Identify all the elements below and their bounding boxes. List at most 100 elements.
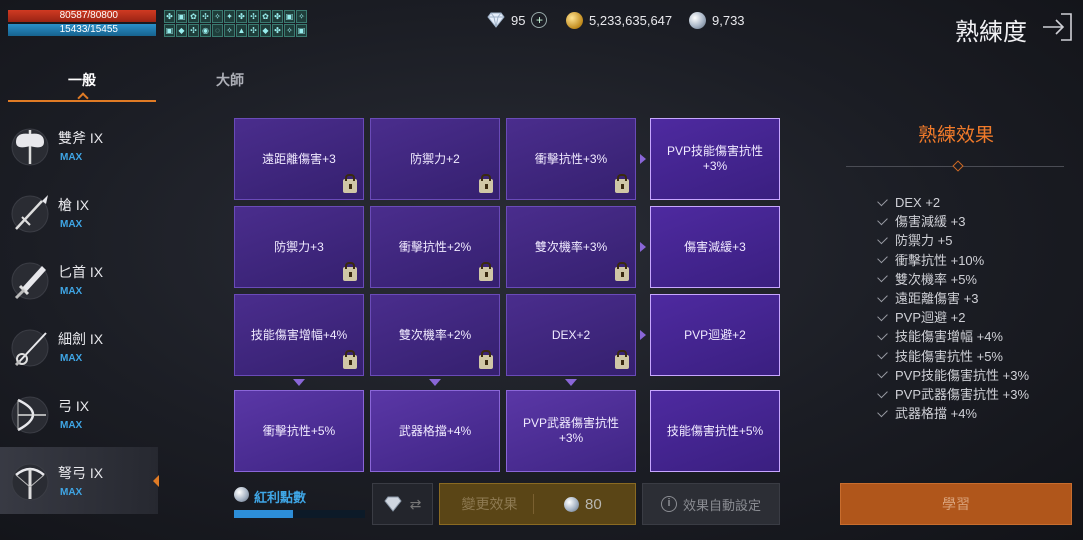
crossbow-icon (11, 463, 49, 500)
auto-set-effect-button[interactable]: i 效果自動設定 (642, 483, 780, 525)
weapon-text: 弩弓 IX MAX (58, 463, 103, 498)
mastery-cell-r3c3[interactable]: DEX+2 (506, 294, 636, 376)
mastery-cell-r2c3[interactable]: 雙次機率+3% (506, 206, 636, 288)
mastery-cell-r4c3[interactable]: PVP武器傷害抗性+3% (506, 390, 636, 472)
page-title: 熟練度 (955, 19, 1027, 46)
buff-icon: ✦ (224, 10, 235, 23)
buff-icon: ✤ (272, 24, 283, 37)
mastery-cell-r1c3[interactable]: 衝擊抗性+3% (506, 118, 636, 200)
weapon-item-3[interactable]: 匕首 IX MAX (0, 246, 158, 313)
weapon-max-badge: MAX (60, 353, 83, 364)
mastery-cell-label: 防禦力+2 (410, 151, 460, 166)
check-icon (877, 233, 888, 245)
mastery-cell-label: 技能傷害抗性+5% (666, 423, 764, 438)
lock-icon (343, 262, 357, 281)
lock-icon (615, 262, 629, 281)
buff-icon: ✣ (248, 24, 259, 37)
weapon-item-4[interactable]: 細劍 IX MAX (0, 313, 158, 380)
lock-icon (479, 262, 493, 281)
buff-icon: ✧ (296, 10, 307, 23)
check-icon (877, 387, 888, 398)
mastery-cell-label: 雙次機率+3% (534, 239, 608, 254)
buff-icon: ▣ (284, 10, 295, 23)
mastery-cell-label: 衝擊抗性+5% (262, 423, 336, 438)
check-icon (877, 368, 888, 379)
effect-text: PVP迴避 +2 (895, 310, 966, 326)
effect-item: 衝擊抗性 +10% (877, 251, 1029, 270)
effect-item: 傷害減緩 +3 (877, 212, 1029, 231)
change-effect-label: 變更效果 (446, 494, 534, 514)
mastery-cell-r1c2[interactable]: 防禦力+2 (370, 118, 500, 200)
weapon-max-badge: MAX (60, 219, 83, 230)
mastery-cell-r1c4[interactable]: PVP技能傷害抗性+3% (650, 118, 780, 200)
spear-icon (11, 194, 49, 232)
gold-coin-icon (566, 12, 583, 29)
bow-icon (11, 396, 49, 433)
weapon-item-1[interactable]: 雙斧 IX MAX (0, 112, 158, 179)
weapon-name: 弓 IX (58, 398, 90, 414)
diamond-icon (383, 496, 402, 512)
mastery-cell-label: 技能傷害增幅+4% (250, 327, 348, 342)
add-diamond-button[interactable]: + (531, 12, 548, 28)
buff-icon: ▣ (164, 24, 175, 37)
buff-icon: ◆ (176, 24, 187, 37)
weapon-text: 細劍 IX MAX (58, 329, 103, 364)
mastery-cell-label: 遠距離傷害+3 (262, 151, 336, 166)
rapier-icon (11, 329, 49, 366)
mastery-cell-r3c2[interactable]: 雙次機率+2% (370, 294, 500, 376)
effect-item: 防禦力 +5 (877, 231, 1029, 250)
check-icon (877, 406, 888, 418)
buff-icon: ✣ (200, 10, 211, 23)
weapon-item-6[interactable]: 弩弓 IX MAX (0, 447, 159, 514)
buff-icon: ✿ (188, 10, 199, 23)
effect-text: 技能傷害抗性 +5% (895, 348, 1003, 364)
mastery-cell-r4c4[interactable]: 技能傷害抗性+5% (650, 390, 780, 472)
lock-icon (615, 350, 629, 369)
learn-button[interactable]: 學習 (840, 483, 1072, 525)
weapon-name: 細劍 IX (58, 331, 104, 347)
change-effect-button[interactable]: 變更效果 80 (439, 483, 636, 525)
effect-item: PVP迴避 +2 (877, 308, 1029, 327)
tab-master[interactable]: 大師 (160, 70, 300, 90)
lock-icon (615, 174, 629, 193)
buff-icon: ✧ (224, 24, 235, 37)
mastery-cell-r2c1[interactable]: 防禦力+3 (234, 206, 364, 288)
dagger-icon (11, 262, 49, 299)
effect-text: 武器格擋 +4% (895, 406, 977, 422)
weapon-max-badge: MAX (60, 152, 83, 163)
mastery-cell-r3c1[interactable]: 技能傷害增幅+4% (234, 294, 364, 376)
effect-item: 技能傷害增幅 +4% (877, 327, 1029, 346)
mastery-cell-r3c4[interactable]: PVP迴避+2 (650, 294, 780, 376)
swap-preset-button[interactable]: ⇄ (372, 483, 433, 525)
effect-text: 傷害減緩 +3 (895, 214, 966, 230)
weapon-name: 槍 IX (58, 197, 90, 213)
mastery-cell-label: PVP武器傷害抗性+3% (522, 416, 619, 445)
mastery-cell-label: 衝擊抗性+2% (398, 239, 472, 254)
effect-item: DEX +2 (877, 193, 1029, 212)
mastery-cell-r4c1[interactable]: 衝擊抗性+5% (234, 390, 364, 472)
buff-icon: ✤ (236, 10, 247, 23)
mastery-cell-label: 雙次機率+2% (398, 327, 472, 342)
exit-icon[interactable] (1041, 12, 1073, 42)
connector-down-icon (429, 379, 441, 386)
lock-icon (479, 350, 493, 369)
hp-value: 80587/80800 (59, 10, 118, 21)
effect-text: 技能傷害增幅 +4% (895, 329, 1003, 345)
weapon-sidebar: 雙斧 IX MAX 槍 IX MAX 匕首 IX MAX 細劍 IX MAX 弓 IX MAX 弩弓… (0, 112, 159, 514)
effect-text: 遠距離傷害 +3 (895, 291, 979, 307)
mastery-cell-r1c1[interactable]: 遠距離傷害+3 (234, 118, 364, 200)
effect-item: PVP技能傷害抗性 +3% (877, 366, 1029, 385)
weapon-item-5[interactable]: 弓 IX MAX (0, 380, 158, 447)
mastery-cell-label: 防禦力+3 (274, 239, 324, 254)
check-icon (877, 252, 888, 264)
mastery-cell-r2c4[interactable]: 傷害減緩+3 (650, 206, 780, 288)
mastery-cell-label: PVP迴避+2 (684, 327, 746, 342)
weapon-item-2[interactable]: 槍 IX MAX (0, 179, 158, 246)
effect-text: 衝擊抗性 +10% (895, 252, 985, 268)
weapon-max-badge: MAX (60, 420, 83, 431)
mastery-cell-r2c2[interactable]: 衝擊抗性+2% (370, 206, 500, 288)
diamond-currency: 95 + (487, 12, 548, 28)
buff-icon: ▣ (176, 10, 187, 23)
tab-general[interactable]: 一般 (8, 70, 156, 90)
mastery-cell-r4c2[interactable]: 武器格擋+4% (370, 390, 500, 472)
